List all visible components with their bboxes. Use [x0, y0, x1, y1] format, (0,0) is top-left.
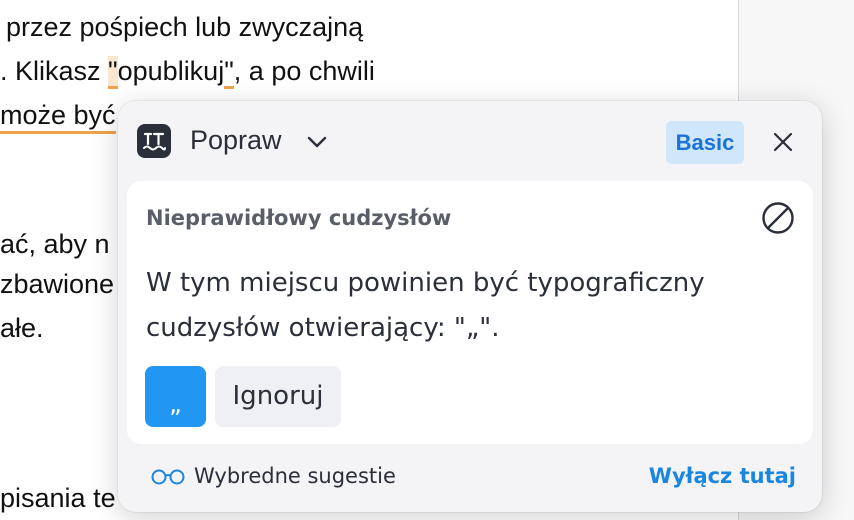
- suggestion-card: Nieprawidłowy cudzysłów W tym miejscu po…: [127, 181, 813, 444]
- popup-footer: Wybredne sugestie Wyłącz tutaj: [118, 446, 822, 512]
- languagetool-logo-icon: [137, 124, 171, 158]
- issue-message-line-2: cudzysłów otwierający: "„".: [146, 313, 500, 343]
- doc-line-2: . Klikasz "opublikuj", a po chwili: [0, 56, 375, 89]
- ignore-button[interactable]: Ignoruj: [215, 366, 341, 427]
- doc-line-1: przez pośpiech lub zwyczajną: [6, 12, 364, 42]
- disable-icon[interactable]: [761, 201, 795, 235]
- picky-suggestions-label: Wybredne sugestie: [194, 464, 396, 488]
- popup-header: Popraw Basic: [118, 101, 822, 181]
- disable-here-link[interactable]: Wyłącz tutaj: [649, 464, 796, 488]
- doc-line-3: może być: [0, 100, 116, 134]
- doc-line-6: ałe.: [0, 313, 44, 343]
- doc-line-2-post: , a po chwili: [233, 56, 375, 86]
- issue-message-line-1: W tym miejscu powinien być typograficzny: [146, 268, 705, 298]
- close-icon[interactable]: [770, 129, 796, 155]
- mode-dropdown-label[interactable]: Popraw: [190, 125, 282, 156]
- issue-message: W tym miejscu powinien być typograficzny…: [146, 261, 766, 351]
- issue-title: Nieprawidłowy cudzysłów: [146, 206, 452, 230]
- suggestion-popup: Popraw Basic Nieprawidłowy cudzysłów W t…: [118, 101, 822, 512]
- doc-line-2-word: opublikuj: [117, 56, 225, 86]
- apply-suggestion-button[interactable]: „: [145, 366, 206, 427]
- flagged-quote[interactable]: ": [108, 56, 118, 89]
- glasses-icon: [151, 469, 185, 485]
- doc-line-4: ać, aby n: [0, 229, 110, 259]
- flagged-closing-quote[interactable]: ": [224, 56, 234, 89]
- chevron-down-icon[interactable]: [306, 133, 328, 151]
- plan-badge[interactable]: Basic: [666, 121, 744, 164]
- doc-line-7: pisania te: [0, 483, 116, 513]
- doc-line-5: zbawione: [0, 269, 115, 299]
- doc-line-2-pre: . Klikasz: [0, 56, 109, 86]
